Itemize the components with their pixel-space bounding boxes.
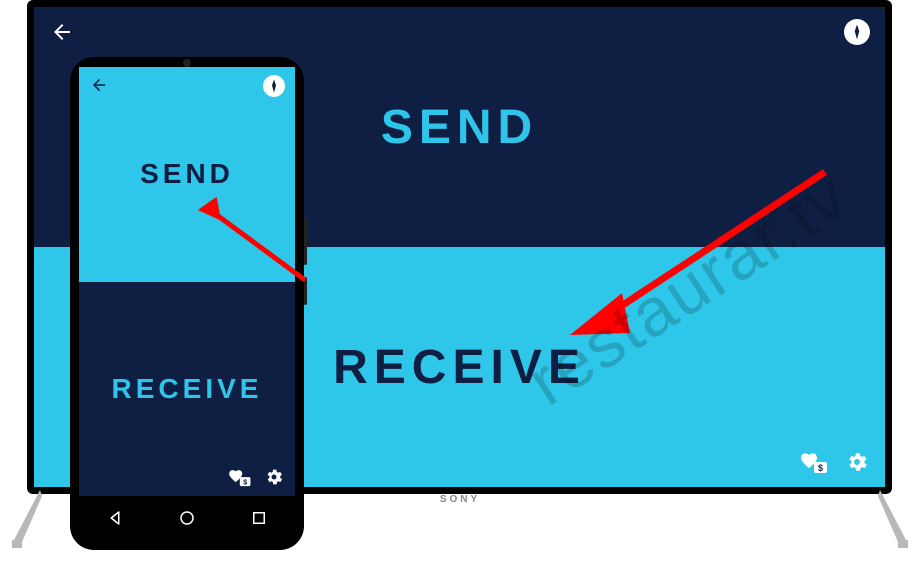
- phone-app-area: SEND RECEIVE $: [79, 67, 295, 496]
- tv-stand-right: [878, 490, 908, 548]
- gear-icon: [845, 450, 869, 474]
- back-arrow-icon: [50, 20, 74, 44]
- back-arrow-icon: [90, 76, 108, 94]
- phone-compass-button[interactable]: [263, 75, 285, 97]
- svg-text:$: $: [243, 478, 247, 487]
- nav-home-button[interactable]: [175, 506, 199, 530]
- compass-icon: [848, 23, 866, 41]
- phone-screen: SEND RECEIVE $: [79, 67, 295, 540]
- tv-stand-left: [12, 490, 42, 548]
- tv-settings-button[interactable]: [844, 449, 870, 475]
- phone-receive-panel[interactable]: RECEIVE: [79, 282, 295, 497]
- phone-back-button[interactable]: [89, 75, 109, 95]
- tv-brand-logo: SONY: [440, 494, 480, 505]
- nav-recent-button[interactable]: [247, 506, 271, 530]
- phone-camera-notch: [183, 59, 191, 67]
- phone-donate-button[interactable]: $: [225, 468, 253, 488]
- phone-power-button: [304, 277, 307, 305]
- tv-receive-label: RECEIVE: [333, 340, 586, 395]
- tv-donate-button[interactable]: $: [796, 451, 830, 475]
- phone-volume-button: [304, 217, 307, 265]
- phone-navbar: [79, 496, 295, 540]
- triangle-back-icon: [106, 509, 124, 527]
- phone-settings-button[interactable]: [263, 466, 285, 488]
- gear-icon: [264, 467, 284, 487]
- tv-back-button[interactable]: [49, 19, 75, 45]
- heart-badge-icon: $: [226, 469, 252, 487]
- tv-send-label: SEND: [381, 100, 538, 155]
- tv-compass-button[interactable]: [844, 19, 870, 45]
- phone-receive-label: RECEIVE: [112, 373, 263, 405]
- nav-back-button[interactable]: [103, 506, 127, 530]
- phone-send-label: SEND: [140, 158, 234, 190]
- phone-send-panel[interactable]: SEND: [79, 67, 295, 282]
- svg-text:$: $: [818, 463, 823, 473]
- phone-device: SEND RECEIVE $: [70, 57, 304, 550]
- heart-badge-icon: $: [798, 452, 828, 474]
- circle-home-icon: [178, 509, 196, 527]
- square-recent-icon: [250, 509, 268, 527]
- compass-icon: [266, 78, 282, 94]
